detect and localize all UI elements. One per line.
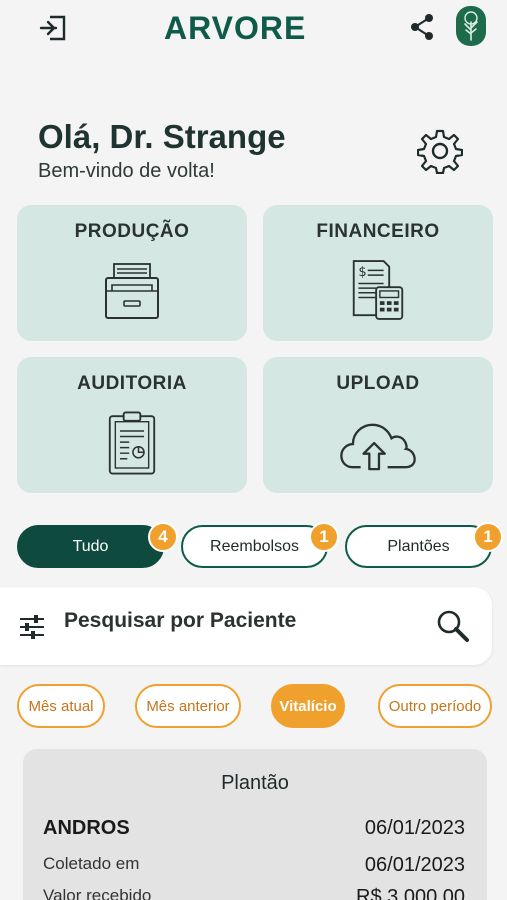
cloud-upload-icon <box>340 423 416 471</box>
card-label: PRODUÇÃO <box>74 221 190 242</box>
card-label: FINANCEIRO <box>316 221 440 242</box>
record-header-row: ANDROS 06/01/2023 <box>43 817 465 840</box>
card-financeiro[interactable]: FINANCEIRO $ <box>263 205 493 341</box>
tab-label: Tudo <box>72 537 109 555</box>
record-collected-row: Coletado em 06/01/2023 <box>43 854 465 877</box>
record-card[interactable]: Plantão ANDROS 06/01/2023 Coletado em 06… <box>23 749 487 900</box>
tree-logo-icon[interactable] <box>456 6 486 46</box>
record-date: 06/01/2023 <box>364 817 465 839</box>
period-chip-vitalicio[interactable]: Vitalício <box>271 684 345 728</box>
record-received-label: Valor recebido <box>43 886 152 900</box>
record-name: ANDROS <box>43 817 130 839</box>
tab-label: Plantões <box>387 537 450 555</box>
greeting-subtitle: Bem-vindo de volta! <box>38 160 215 182</box>
search-bar[interactable]: Pesquisar por Paciente <box>0 587 492 665</box>
chip-label: Outro período <box>388 697 482 715</box>
brand-text: ARVORE <box>164 9 307 46</box>
card-upload[interactable]: UPLOAD <box>263 357 493 493</box>
top-bar: ARVORE <box>0 0 507 58</box>
record-title: Plantão <box>221 772 289 794</box>
card-label: AUDITORIA <box>77 373 187 394</box>
share-icon[interactable] <box>408 12 436 42</box>
filter-sliders-icon[interactable] <box>18 613 46 641</box>
period-chip-mes-atual[interactable]: Mês atual <box>17 684 105 728</box>
count-badge: 1 <box>309 522 339 552</box>
card-auditoria[interactable]: AUDITORIA <box>17 357 247 493</box>
count-badge: 4 <box>148 522 178 552</box>
svg-text:$: $ <box>358 265 366 280</box>
drawer-icon <box>105 263 159 319</box>
invoice-calculator-icon: $ <box>352 260 404 320</box>
chip-label: Mês anterior <box>146 697 230 715</box>
brand-logo: ARVORE <box>164 10 314 46</box>
count-badge: 1 <box>473 522 503 552</box>
search-label: Pesquisar por Paciente <box>64 609 297 632</box>
tab-plantoes[interactable]: Plantões <box>345 525 492 568</box>
tab-reembolsos[interactable]: Reembolsos <box>181 525 328 568</box>
chip-label: Mês atual <box>28 697 94 715</box>
period-chip-outro-periodo[interactable]: Outro período <box>378 684 492 728</box>
tab-tudo[interactable]: Tudo <box>17 525 164 568</box>
logout-icon[interactable] <box>38 14 68 42</box>
record-received-value: R$ 3.000,00 <box>356 886 465 900</box>
clipboard-icon <box>108 411 156 475</box>
record-received-row: Valor recebido R$ 3.000,00 <box>43 886 465 900</box>
card-label: UPLOAD <box>336 373 420 394</box>
period-chip-mes-anterior[interactable]: Mês anterior <box>135 684 241 728</box>
gear-icon[interactable] <box>417 128 463 174</box>
chip-label: Vitalício <box>279 697 337 715</box>
greeting-title: Olá, Dr. Strange <box>38 118 286 155</box>
record-collected-value: 06/01/2023 <box>364 854 465 876</box>
card-producao[interactable]: PRODUÇÃO <box>17 205 247 341</box>
tab-label: Reembolsos <box>210 537 299 555</box>
record-collected-label: Coletado em <box>43 854 140 873</box>
search-icon[interactable] <box>436 609 470 643</box>
